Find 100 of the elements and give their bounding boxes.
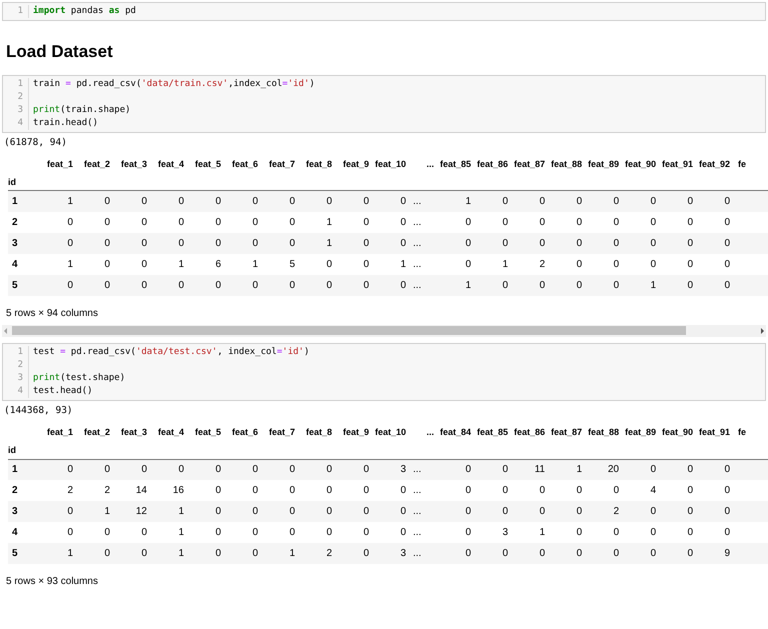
line-number: 4 (18, 116, 23, 130)
horizontal-scrollbar[interactable] (2, 324, 766, 337)
table-cell: 0 (363, 485, 369, 496)
table-cell: 0 (400, 527, 406, 538)
column-header: feat_87 (514, 158, 545, 168)
column-header: feat_1 (46, 158, 73, 168)
table-cell: 0 (576, 527, 582, 538)
table-cell: ... (413, 258, 422, 270)
code-cell[interactable]: 1 2 3 4 train = pd.read_csv('data/train.csv',index_col='id') print(train.shape) train.head() (2, 74, 766, 132)
table-cell: 0 (724, 527, 730, 538)
table-cell: 0 (252, 548, 258, 559)
line-number: 1 (18, 5, 23, 18)
scroll-right-icon[interactable] (758, 326, 766, 335)
table-cell: 0 (326, 196, 332, 207)
table-cell: 0 (724, 485, 730, 496)
table-cell: 0 (252, 196, 258, 207)
table-cell: 3 (400, 464, 406, 476)
table-cell: 0 (539, 216, 545, 228)
scroll-left-icon[interactable] (2, 326, 10, 335)
table-cell: 0 (289, 527, 295, 538)
table-cell: 20 (608, 464, 619, 476)
table-cell: 0 (539, 485, 545, 496)
table-cell: 0 (67, 527, 73, 538)
table-cell: 0 (363, 506, 369, 517)
table-cell: 0 (576, 258, 582, 270)
table-cell: 0 (400, 280, 406, 291)
table-cell: 0 (104, 238, 110, 249)
line-number: 2 (18, 358, 23, 372)
table-cell: 0 (363, 548, 369, 559)
table-cell: 1 (326, 216, 332, 228)
table-cell: 0 (252, 506, 258, 517)
line-number: 3 (18, 104, 23, 116)
table-cell: 0 (363, 527, 369, 538)
table-cell: 0 (576, 216, 582, 228)
table-cell: 0 (539, 548, 545, 559)
code-cell[interactable]: 1 import pandas as pd (2, 2, 766, 21)
table-cell: 11 (534, 464, 545, 476)
table-cell: 0 (613, 548, 619, 559)
table-cell: 2 (539, 258, 545, 270)
table-cell: 0 (400, 196, 406, 207)
table-cell: 4 (650, 485, 656, 496)
line-number: 2 (18, 90, 23, 104)
table-cell: 1 (576, 464, 582, 476)
table-cell: 0 (502, 216, 508, 228)
table-cell: 0 (252, 280, 258, 291)
table-cell: 0 (687, 527, 693, 538)
table-cell: ... (413, 485, 422, 496)
table-cell: 0 (252, 464, 258, 476)
column-header: feat_5 (194, 158, 221, 168)
column-header: feat_10 (374, 158, 406, 168)
table-cell: 0 (326, 506, 332, 517)
column-header: feat_6 (232, 158, 258, 168)
table-cell: 0 (576, 485, 582, 496)
column-header: feat_91 (662, 158, 693, 168)
table-cell: 0 (252, 527, 258, 538)
table-cell: 0 (67, 280, 73, 291)
table-cell: 0 (576, 196, 582, 207)
index-cell: 5 (12, 548, 18, 559)
table-cell: 0 (400, 238, 406, 249)
table-cell: 0 (215, 485, 221, 496)
table-cell: 0 (465, 464, 471, 476)
table-cell: 0 (650, 506, 656, 517)
table-cell: 3 (400, 548, 406, 559)
column-header: feat_86 (514, 426, 545, 437)
section-heading: Load Dataset (6, 41, 113, 63)
table-cell: 0 (687, 258, 693, 270)
code-cell[interactable]: 1 2 3 4 test = pd.read_csv('data/test.csv', index_col='id') print(test.shape) test.head() (2, 342, 766, 401)
table-cell: 1 (178, 527, 184, 538)
column-header: feat_1 (46, 426, 73, 437)
table-cell: 0 (465, 238, 471, 249)
table-cell: 2 (104, 485, 110, 496)
table-cell: 0 (724, 280, 730, 291)
scrollbar-thumb[interactable] (12, 326, 686, 336)
table-cell: 1 (465, 280, 471, 291)
column-header: feat_6 (232, 426, 258, 437)
table-cell: 0 (613, 280, 619, 291)
column-header: feat_85 (476, 426, 508, 437)
table-cell: 0 (400, 216, 406, 228)
table-cell: 0 (104, 527, 110, 538)
index-cell: 5 (12, 280, 18, 291)
table-cell: ... (413, 548, 422, 559)
table-cell: 0 (289, 485, 295, 496)
table-cell: 2 (613, 506, 619, 517)
index-cell: 4 (12, 527, 18, 538)
table-cell: ... (413, 238, 422, 249)
line-number: 4 (18, 384, 23, 398)
table-cell: 0 (687, 485, 693, 496)
table-cell: 0 (539, 280, 545, 291)
table-cell: 0 (104, 196, 110, 207)
column-header: fe (738, 426, 746, 437)
table-cell: 0 (363, 238, 369, 249)
table-cell: 0 (650, 196, 656, 207)
table-cell: 0 (363, 196, 369, 207)
column-header: feat_89 (588, 158, 619, 168)
column-header: feat_92 (698, 158, 730, 168)
table-cell: 0 (576, 280, 582, 291)
table-cell: 0 (326, 258, 332, 270)
table-cell: 0 (502, 485, 508, 496)
table-cell: 0 (178, 464, 184, 476)
column-header: feat_8 (306, 158, 332, 168)
